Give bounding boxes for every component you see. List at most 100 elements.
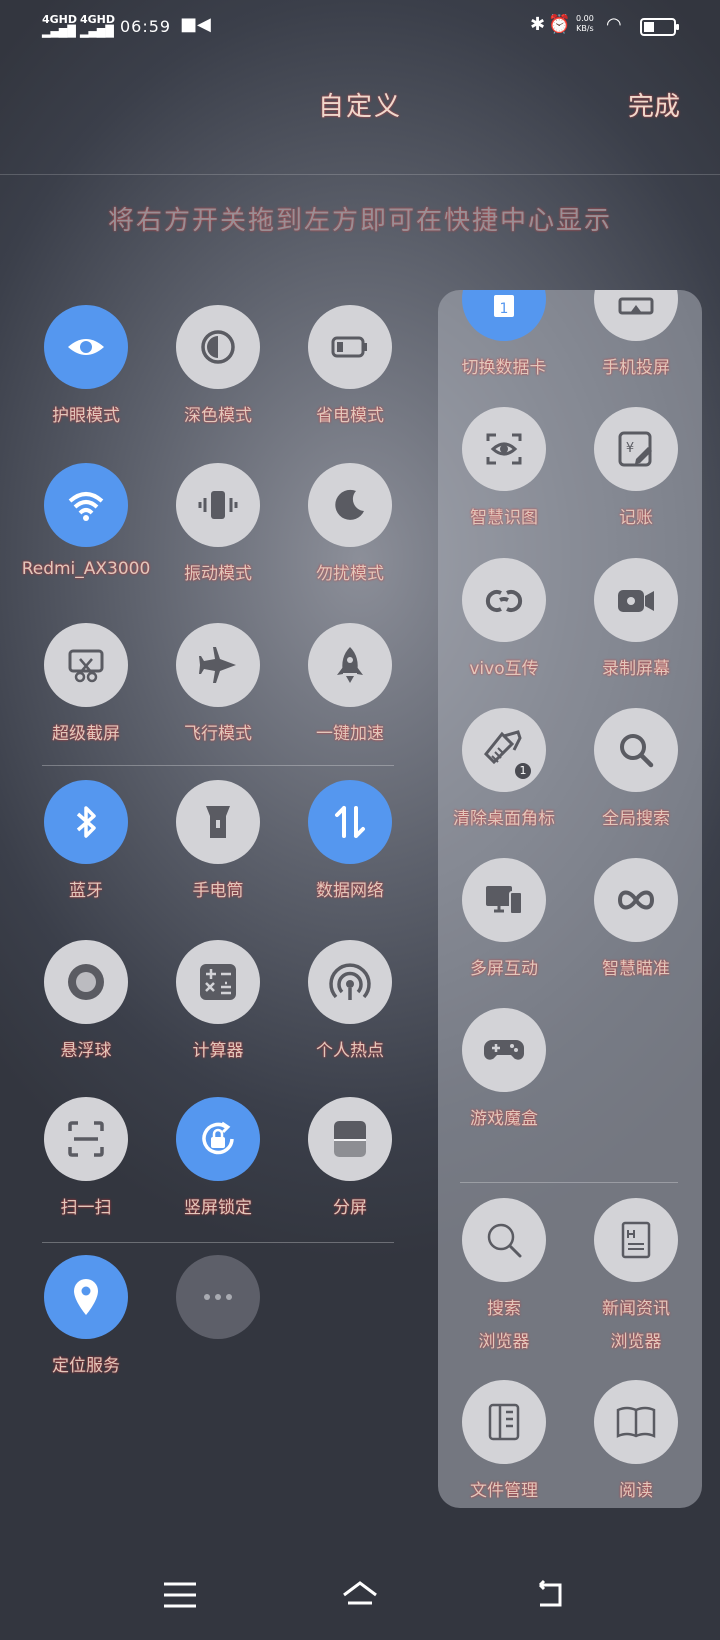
tile-scan[interactable]: 扫一扫 <box>21 1097 151 1218</box>
battery-icon <box>331 336 367 358</box>
tile-button[interactable] <box>44 305 128 389</box>
tile-label: 清除桌面角标 <box>453 809 555 829</box>
tile-multi-screen[interactable]: 多屏互动 <box>438 858 570 979</box>
tile-button[interactable] <box>462 407 546 491</box>
alarm-icon: ⏰ <box>548 14 571 35</box>
status-time: 06:59 <box>120 17 172 36</box>
tile-button[interactable] <box>594 1380 678 1464</box>
tile-label: 个人热点 <box>316 1041 384 1061</box>
tile-cast[interactable]: 手机投屏 <box>570 290 702 378</box>
tile-clear-badge[interactable]: 1 清除桌面角标 <box>438 708 570 829</box>
tile-button[interactable] <box>462 558 546 642</box>
tile-button[interactable] <box>176 305 260 389</box>
tile-button[interactable] <box>462 1008 546 1092</box>
tile-airplane[interactable]: 飞行模式 <box>153 623 283 744</box>
sim1-signal: 4GHD ▂▄▆█ <box>42 13 78 38</box>
tile-button[interactable] <box>594 558 678 642</box>
tile-button[interactable] <box>308 1097 392 1181</box>
tile-button[interactable] <box>594 708 678 792</box>
tile-button[interactable] <box>308 780 392 864</box>
navigation-bar <box>0 1560 720 1640</box>
cast-icon <box>618 297 654 315</box>
tile-floating-ball[interactable]: 悬浮球 <box>21 940 151 1061</box>
tile-button[interactable] <box>44 1097 128 1181</box>
done-button[interactable]: 完成 <box>628 86 680 123</box>
ledger-icon: ¥ <box>618 431 652 467</box>
file-manager-icon <box>488 1403 520 1441</box>
tile-label: 记账 <box>619 508 653 528</box>
tile-button[interactable] <box>44 780 128 864</box>
tile-vibrate[interactable]: 振动模式 <box>153 463 283 584</box>
tile-button[interactable] <box>176 1097 260 1181</box>
tile-news[interactable]: 新闻资讯 浏览器 <box>570 1198 702 1352</box>
tile-wifi[interactable]: Redmi_AX3000 <box>21 463 151 579</box>
tile-label: 录制屏幕 <box>602 659 670 679</box>
split-screen-icon <box>334 1121 366 1157</box>
tile-button[interactable] <box>308 305 392 389</box>
tile-contrast[interactable]: 深色模式 <box>153 305 283 426</box>
tile-rocket[interactable]: 一键加速 <box>285 623 415 744</box>
tile-moon[interactable]: 勿扰模式 <box>285 463 415 584</box>
tile-global-search[interactable]: 全局搜索 <box>570 708 702 829</box>
tile-screenshot[interactable]: 超级截屏 <box>21 623 151 744</box>
net-speed: 0.00 KB/s <box>576 14 594 33</box>
back-button[interactable] <box>520 1570 580 1620</box>
tile-button[interactable] <box>176 780 260 864</box>
available-tiles-panel[interactable]: 1 切换数据卡 手机投屏 智慧识图 ¥ 记账 vivo互传 录制屏幕 1 清除桌面角标 全局搜索 多屏… <box>438 290 702 1508</box>
home-button[interactable] <box>330 1570 390 1620</box>
tile-button[interactable] <box>44 1255 128 1339</box>
tile-data-network[interactable]: 数据网络 <box>285 780 415 901</box>
tile-button[interactable] <box>308 463 392 547</box>
tile-book[interactable]: 阅读 <box>570 1380 702 1501</box>
tile-hotspot[interactable]: 个人热点 <box>285 940 415 1061</box>
tile-infinity[interactable]: 智慧瞄准 <box>570 858 702 979</box>
tile-share-link[interactable]: vivo互传 <box>438 558 570 679</box>
tile-button[interactable] <box>308 940 392 1024</box>
tile-more[interactable] <box>153 1255 283 1339</box>
tile-location[interactable]: 定位服务 <box>21 1255 151 1376</box>
news-icon <box>621 1221 651 1259</box>
tile-button[interactable] <box>176 463 260 547</box>
tile-button[interactable]: 1 <box>462 290 546 341</box>
tile-button[interactable] <box>176 1255 260 1339</box>
tile-flashlight[interactable]: 手电筒 <box>153 780 283 901</box>
tile-rotation-lock[interactable]: 竖屏锁定 <box>153 1097 283 1218</box>
tile-button[interactable] <box>462 1198 546 1282</box>
tile-screen-record[interactable]: 录制屏幕 <box>570 558 702 679</box>
tile-bluetooth[interactable]: 蓝牙 <box>21 780 151 901</box>
share-link-icon <box>485 590 523 612</box>
tile-search[interactable]: 搜索 浏览器 <box>438 1198 570 1352</box>
scan-icon <box>68 1121 104 1157</box>
tile-button[interactable] <box>176 623 260 707</box>
home-icon <box>343 1581 377 1605</box>
tile-button[interactable] <box>462 858 546 942</box>
tile-gamepad[interactable]: 游戏魔盒 <box>438 1008 570 1129</box>
tile-button[interactable]: 1 <box>462 708 546 792</box>
tile-split-screen[interactable]: 分屏 <box>285 1097 415 1218</box>
tile-button[interactable] <box>308 623 392 707</box>
tile-button[interactable] <box>176 940 260 1024</box>
tile-label: 分屏 <box>333 1198 367 1218</box>
airplane-icon <box>199 647 236 683</box>
tile-button[interactable] <box>462 1380 546 1464</box>
tile-label: 竖屏锁定 <box>184 1198 252 1218</box>
tile-ledger[interactable]: ¥ 记账 <box>570 407 702 528</box>
tile-label: 搜索 <box>487 1299 521 1319</box>
tile-button[interactable] <box>594 1198 678 1282</box>
eye-icon <box>68 339 104 355</box>
tile-button[interactable] <box>44 623 128 707</box>
tile-eye[interactable]: 护眼模式 <box>21 305 151 426</box>
page-title: 自定义 <box>317 92 402 122</box>
tile-sim-switch[interactable]: 1 切换数据卡 <box>438 290 570 378</box>
tile-button[interactable] <box>594 290 678 341</box>
tile-battery[interactable]: 省电模式 <box>285 305 415 426</box>
tile-smart-vision[interactable]: 智慧识图 <box>438 407 570 528</box>
tile-button[interactable] <box>44 463 128 547</box>
tile-file-manager[interactable]: 文件管理 <box>438 1380 570 1501</box>
tile-button[interactable] <box>44 940 128 1024</box>
menu-button[interactable] <box>150 1570 210 1620</box>
tile-button[interactable] <box>594 858 678 942</box>
instruction-hint: 将右方开关拖到左方即可在快捷中心显示 <box>107 206 612 236</box>
tile-button[interactable]: ¥ <box>594 407 678 491</box>
tile-calculator[interactable]: 计算器 <box>153 940 283 1061</box>
